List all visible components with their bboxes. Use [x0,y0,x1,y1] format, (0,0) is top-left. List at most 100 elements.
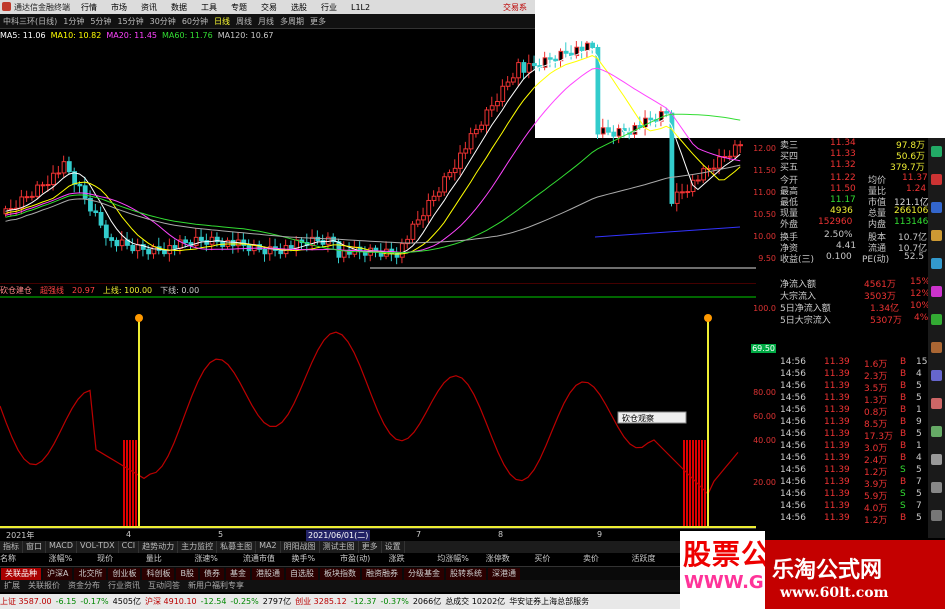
tool-icon[interactable] [931,146,942,157]
candle [526,63,532,73]
indicator-tab[interactable]: MACD [46,541,77,553]
tool-icon[interactable] [931,174,942,185]
period-tab[interactable]: 1分钟 [60,16,87,27]
category-tab[interactable]: 分级基金 [403,568,444,580]
tool-icon[interactable] [931,258,942,269]
tool-icon[interactable] [931,454,942,465]
category-tab[interactable]: 板块指数 [319,568,360,580]
tool-icon[interactable] [931,426,942,437]
tool-icon[interactable] [931,510,942,521]
tool-icon[interactable] [931,314,942,325]
category-tab[interactable]: 自选股 [285,568,318,580]
period-tab[interactable]: 30分钟 [147,16,179,27]
sub-tab[interactable]: 扩展 [0,580,24,592]
sub-tab[interactable]: 新用户福利专享 [184,580,248,592]
category-tab[interactable]: 港股通 [251,568,284,580]
category-tab[interactable]: 关联品种 [1,568,41,580]
column-heading[interactable]: 涨速% [194,553,243,566]
tool-icon[interactable] [931,398,942,409]
category-tab[interactable]: 北交所 [74,568,107,580]
indicator-tab[interactable]: 指标 [0,541,23,553]
period-tab[interactable]: 15分钟 [114,16,146,27]
indicator-tab[interactable]: 设置 [382,541,405,553]
category-tab[interactable]: 股转系统 [445,568,486,580]
indicator-tab[interactable]: 阴阳战图 [281,541,320,553]
category-tab[interactable]: B股 [176,568,198,580]
menu-item[interactable]: 市场 [104,2,134,13]
column-heading[interactable]: 量比 [146,553,195,566]
tool-icon[interactable] [931,370,942,381]
period-tab-active[interactable]: 日线 [211,16,233,27]
tool-icon[interactable] [931,230,942,241]
signal-bar [689,440,691,526]
menu-item[interactable]: 选股 [284,2,314,13]
tool-icon[interactable] [931,342,942,353]
period-tab[interactable]: 月线 [255,16,277,27]
indicator-chart[interactable]: 砍仓观察 [0,296,756,528]
indicator-tab[interactable]: 趋势动力 [139,541,179,553]
category-tab[interactable]: 基金 [225,568,250,580]
sub-tab[interactable]: 互动问答 [144,580,184,592]
period-tab[interactable]: 更多 [307,16,329,27]
sub-tab[interactable]: 行业资讯 [104,580,144,592]
menu-item[interactable]: 行业 [314,2,344,13]
flow-row: 5日大宗流入 5307万 4% [778,313,928,326]
menu-item[interactable]: L1L2 [344,3,377,12]
column-heading[interactable]: 市盈(动) [340,553,389,566]
indicator-tab[interactable]: VOL-TDX [77,541,119,553]
tick-list[interactable]: 14:56 11.39 1.6万 B 15 14:56 11.39 2.3万 B 4 14:56 11… [778,357,928,529]
tool-icon[interactable] [931,202,942,213]
period-tab[interactable]: 5分钟 [87,16,114,27]
menu-item[interactable]: 交易 [254,2,284,13]
indicator-tab[interactable]: 测试主图 [320,541,359,553]
menu-item[interactable]: 行情 [74,2,104,13]
category-tab[interactable]: 债券 [199,568,224,580]
fund-flow-panel: 净流入额 4561万 15% 大宗流入 3503万 12% 5日净流入额 1.3… [778,277,931,335]
column-heading[interactable]: 买价 [534,553,583,566]
column-heading[interactable]: 涨停数 [486,553,535,566]
candle [82,185,88,199]
indicator-tab[interactable]: 私募主图 [217,541,257,553]
indicator-tab[interactable]: 更多 [359,541,382,553]
trade-button[interactable]: 交易系 [503,2,535,13]
menu-item[interactable]: 专题 [224,2,254,13]
column-heading[interactable]: 活跃度 [632,553,681,566]
candlestick-chart[interactable] [0,41,756,281]
candle [458,152,463,169]
indicator-tab[interactable]: CCI [119,541,140,553]
indicator-name[interactable]: 砍仓建仓 [0,285,32,296]
candle [616,128,622,137]
indicator-tab[interactable]: 主力监控 [178,541,218,553]
category-tab[interactable]: 深港通 [487,568,520,580]
column-heading[interactable]: 涨跌 [389,553,438,566]
menu-item[interactable]: 数据 [164,2,194,13]
sub-tab[interactable]: 关联报价 [24,580,64,592]
price-axis-label: 10.50 [753,210,776,219]
indicator-tab[interactable]: 窗口 [23,541,46,553]
indicator-tab[interactable]: MA2 [256,541,281,553]
category-tab[interactable]: 融资融券 [361,568,402,580]
menu-bar: 通达信金融终端 行情 市场 资讯 数据 工具 专题 交易 选股 行业 L1L2 … [0,0,535,14]
column-heading[interactable]: 现价 [97,553,146,566]
tick-row: 14:56 11.39 8.5万 B 9 [778,417,928,430]
period-tab[interactable]: 多周期 [277,16,307,27]
column-heading[interactable]: 均涨幅% [437,553,486,566]
column-heading[interactable]: 流通市值 [243,553,292,566]
menu-item[interactable]: 工具 [194,2,224,13]
period-tab[interactable]: 周线 [233,16,255,27]
period-tab[interactable]: 60分钟 [179,16,211,27]
quote-row: 卖三 11.34 97.8万 [778,138,928,151]
column-heading[interactable]: 卖价 [583,553,632,566]
column-heading[interactable]: 换手% [291,553,340,566]
indicator-value: 20.97 [72,285,95,295]
sub-tab[interactable]: 资金分布 [64,580,104,592]
menu-item[interactable]: 资讯 [134,2,164,13]
column-heading[interactable]: 涨幅% [49,553,98,566]
tool-icon[interactable] [931,482,942,493]
category-tab[interactable]: 创业板 [108,568,141,580]
category-tab[interactable]: 沪深A [43,568,73,580]
tool-icon[interactable] [931,286,942,297]
column-heading[interactable]: 名称 [0,553,49,566]
category-tab[interactable]: 科创板 [142,568,175,580]
flow-pct: 15% [910,277,931,287]
